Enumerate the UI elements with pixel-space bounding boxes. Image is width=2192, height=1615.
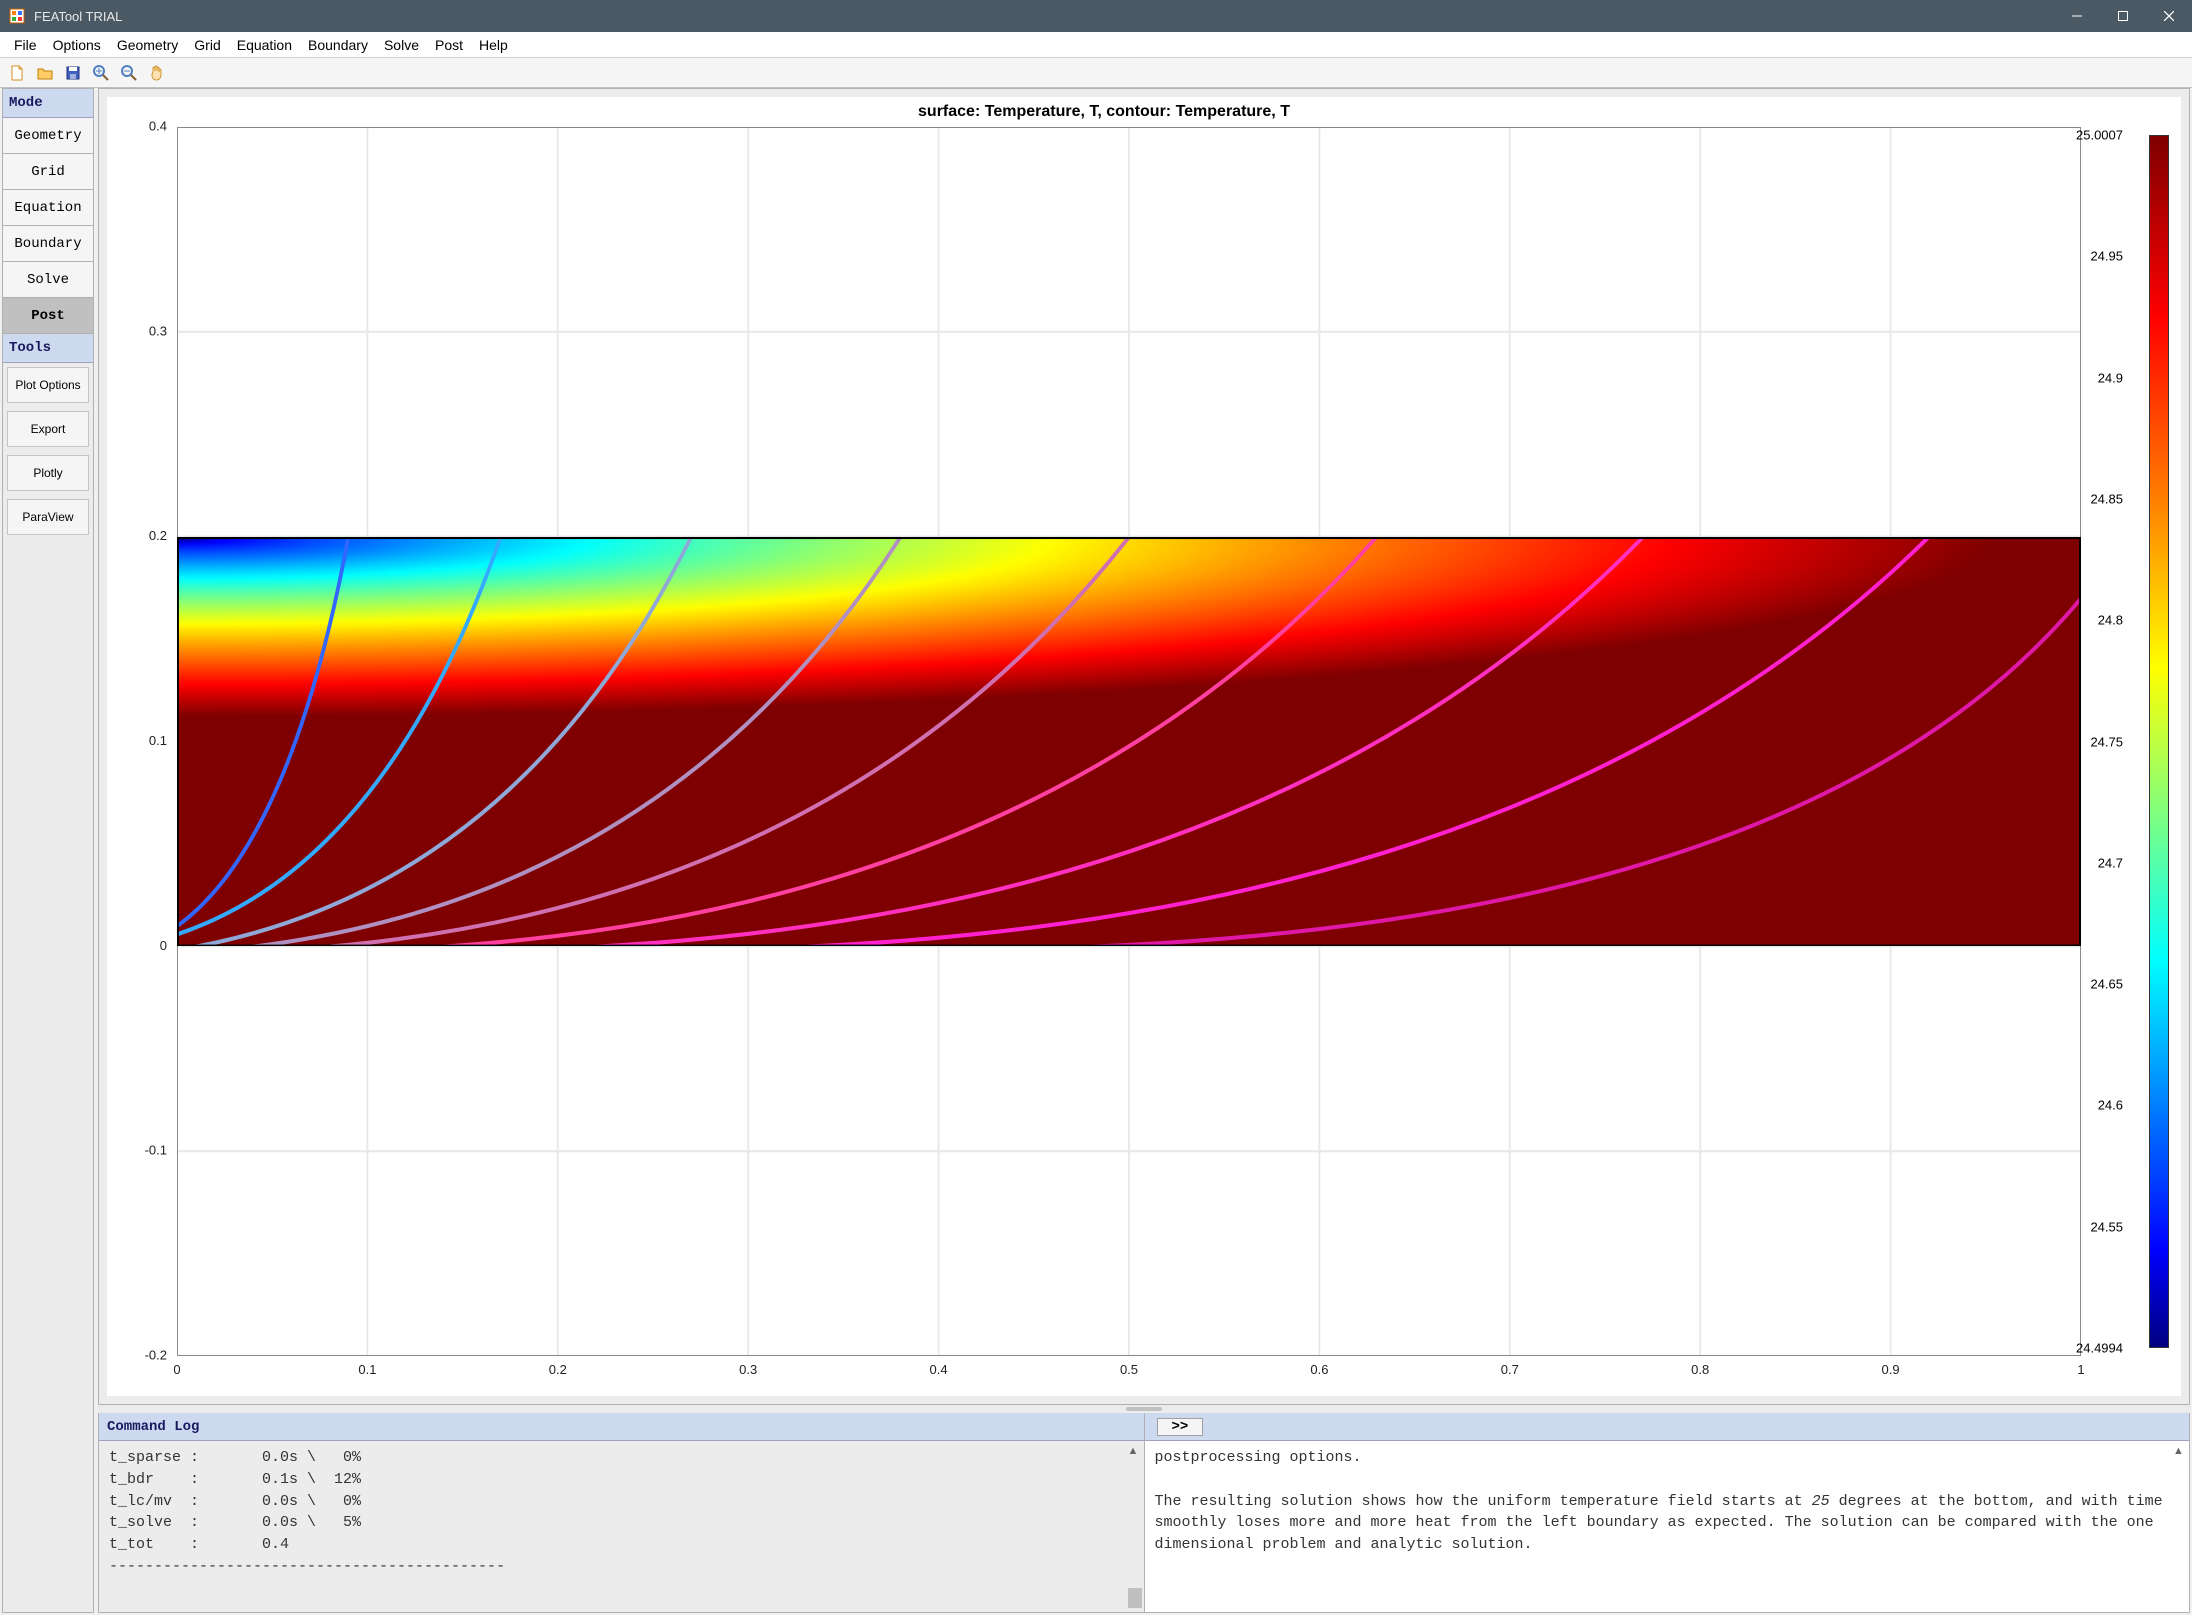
sidebar: Mode Geometry Grid Equation Boundary Sol… — [2, 88, 94, 1613]
scroll-thumb[interactable] — [1128, 1588, 1142, 1608]
save-disk-icon[interactable] — [62, 62, 84, 84]
colorbar-tick: 24.4994 — [2076, 1341, 2123, 1356]
window-close-button[interactable] — [2146, 0, 2192, 32]
window-titlebar: FEATool TRIAL — [0, 0, 2192, 32]
svg-text:0.2: 0.2 — [149, 528, 167, 543]
app-icon — [8, 7, 26, 25]
colorbar-tick: 25.0007 — [2076, 128, 2123, 143]
colorbar-tick: 24.7 — [2098, 855, 2123, 870]
prompt-button[interactable]: >> — [1157, 1418, 1204, 1436]
mode-button-post[interactable]: Post — [3, 298, 93, 334]
svg-text:0.1: 0.1 — [358, 1362, 376, 1377]
svg-text:1: 1 — [2077, 1362, 2084, 1377]
mode-button-equation[interactable]: Equation — [3, 190, 93, 226]
colorbar: 24.4994 24.55 24.6 24.65 24.7 24.75 24.8… — [2097, 135, 2169, 1348]
svg-text:0: 0 — [173, 1362, 180, 1377]
svg-text:0.7: 0.7 — [1501, 1362, 1519, 1377]
plot-title: surface: Temperature, T, contour: Temper… — [107, 103, 2101, 121]
menu-geometry[interactable]: Geometry — [109, 35, 186, 55]
window-minimize-button[interactable] — [2054, 0, 2100, 32]
sidebar-mode-header: Mode — [3, 89, 93, 118]
svg-text:0.4: 0.4 — [930, 1362, 948, 1377]
svg-text:0: 0 — [160, 938, 167, 953]
colorbar-tick: 24.95 — [2090, 249, 2123, 264]
window-maximize-button[interactable] — [2100, 0, 2146, 32]
tool-button-export[interactable]: Export — [7, 411, 89, 447]
zoom-out-icon[interactable] — [118, 62, 140, 84]
mode-button-geometry[interactable]: Geometry — [3, 118, 93, 154]
colorbar-tick: 24.8 — [2098, 613, 2123, 628]
menu-grid[interactable]: Grid — [186, 35, 228, 55]
plot-panel: surface: Temperature, T, contour: Temper… — [98, 88, 2190, 1405]
colorbar-strip — [2149, 135, 2169, 1348]
horizontal-splitter[interactable] — [98, 1405, 2190, 1413]
mode-button-solve[interactable]: Solve — [3, 262, 93, 298]
zoom-in-icon[interactable] — [90, 62, 112, 84]
new-file-icon[interactable] — [6, 62, 28, 84]
info-panel-body[interactable]: postprocessing options. The resulting so… — [1145, 1441, 2190, 1612]
menu-boundary[interactable]: Boundary — [300, 35, 376, 55]
mode-button-grid[interactable]: Grid — [3, 154, 93, 190]
command-log-header: Command Log — [99, 1413, 1144, 1441]
svg-text:0.5: 0.5 — [1120, 1362, 1138, 1377]
info-panel-header: >> — [1145, 1413, 2190, 1441]
sidebar-tools-header: Tools — [3, 334, 93, 363]
svg-text:0.1: 0.1 — [149, 733, 167, 748]
colorbar-tick: 24.65 — [2090, 977, 2123, 992]
menu-post[interactable]: Post — [427, 35, 471, 55]
svg-text:0.2: 0.2 — [549, 1362, 567, 1377]
open-folder-icon[interactable] — [34, 62, 56, 84]
menu-equation[interactable]: Equation — [229, 35, 300, 55]
svg-text:0.3: 0.3 — [739, 1362, 757, 1377]
mode-button-boundary[interactable]: Boundary — [3, 226, 93, 262]
menu-file[interactable]: File — [6, 35, 45, 55]
scroll-up-icon[interactable]: ▲ — [1128, 1445, 1142, 1459]
colorbar-tick: 24.75 — [2090, 734, 2123, 749]
svg-text:0.3: 0.3 — [149, 323, 167, 338]
colorbar-tick: 24.6 — [2098, 1098, 2123, 1113]
window-title: FEATool TRIAL — [34, 9, 2054, 24]
colorbar-tick: 24.9 — [2098, 370, 2123, 385]
menu-options[interactable]: Options — [45, 35, 109, 55]
tool-button-plotly[interactable]: Plotly — [7, 455, 89, 491]
svg-text:0.9: 0.9 — [1882, 1362, 1900, 1377]
svg-text:0.6: 0.6 — [1310, 1362, 1328, 1377]
command-log-body[interactable]: t_sparse : 0.0s \ 0% t_bdr : 0.1s \ 12% … — [99, 1441, 1144, 1612]
tick-labels: 0 0.1 0.2 0.3 0.4 0.5 0.6 0.7 0.8 0.9 1 … — [177, 127, 2081, 1356]
plot-axes[interactable]: 0 0.1 0.2 0.3 0.4 0.5 0.6 0.7 0.8 0.9 1 … — [177, 127, 2081, 1356]
scroll-up-icon[interactable]: ▲ — [2173, 1445, 2187, 1459]
menubar: File Options Geometry Grid Equation Boun… — [0, 32, 2192, 58]
svg-text:0.8: 0.8 — [1691, 1362, 1709, 1377]
svg-text:-0.1: -0.1 — [145, 1143, 167, 1158]
menu-help[interactable]: Help — [471, 35, 516, 55]
pan-hand-icon[interactable] — [146, 62, 168, 84]
svg-text:0.4: 0.4 — [149, 118, 167, 133]
menu-solve[interactable]: Solve — [376, 35, 427, 55]
tool-button-paraview[interactable]: ParaView — [7, 499, 89, 535]
svg-text:-0.2: -0.2 — [145, 1347, 167, 1362]
command-log-panel: Command Log ▲ t_sparse : 0.0s \ 0% t_bdr… — [99, 1413, 1144, 1612]
tool-button-plot-options[interactable]: Plot Options — [7, 367, 89, 403]
colorbar-tick: 24.85 — [2090, 491, 2123, 506]
toolbar — [0, 58, 2192, 88]
colorbar-tick: 24.55 — [2090, 1219, 2123, 1234]
info-panel: >> ▲ postprocessing options. The resulti… — [1144, 1413, 2190, 1612]
